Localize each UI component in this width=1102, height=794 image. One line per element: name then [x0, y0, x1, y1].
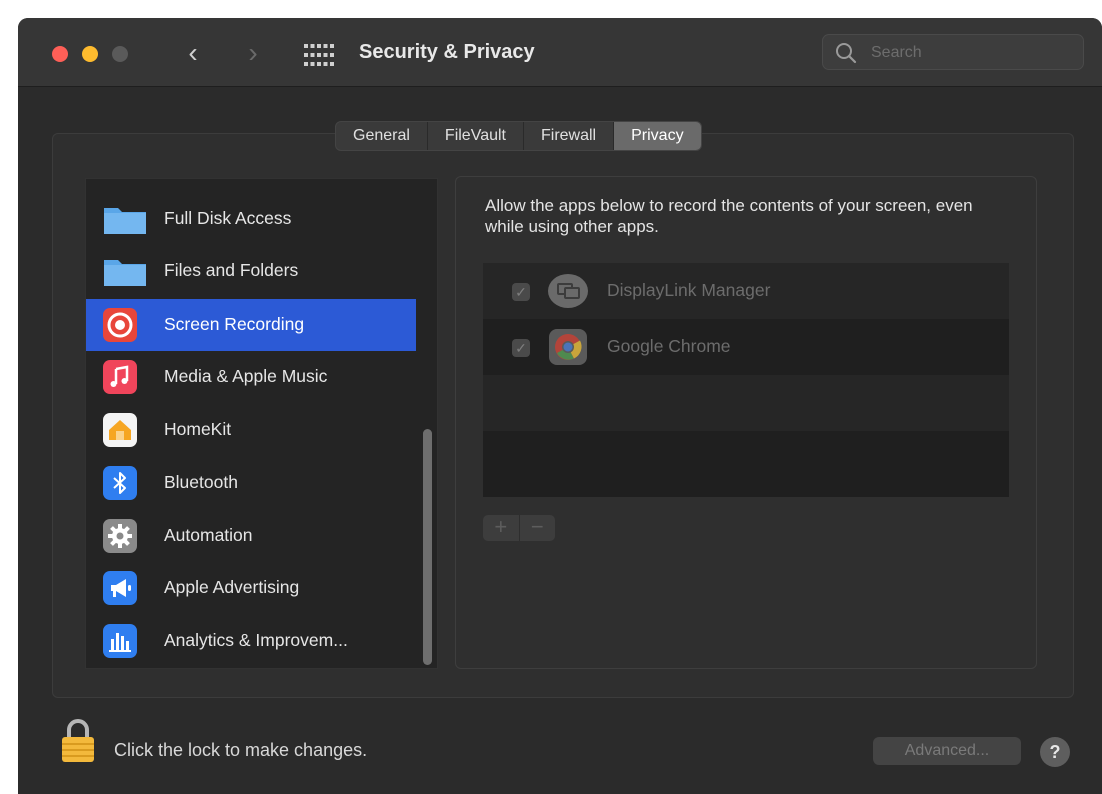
sidebar-item-label: Media & Apple Music	[164, 366, 328, 386]
sidebar-item-label: Files and Folders	[164, 260, 299, 280]
sidebar-item-media-apple-music[interactable]: Media & Apple Music	[86, 351, 416, 403]
app-row-empty	[483, 431, 1009, 487]
app-row-displaylink[interactable]: ✓ DisplayLink Manager	[483, 263, 1009, 319]
app-checkbox[interactable]: ✓	[512, 339, 530, 357]
sidebar-item-label: Bluetooth	[164, 472, 238, 492]
window-title: Security & Privacy	[359, 41, 535, 63]
minimize-window-button[interactable]	[82, 46, 98, 62]
search-input[interactable]	[869, 41, 1073, 65]
close-window-button[interactable]	[52, 46, 68, 62]
show-all-grid-icon[interactable]	[304, 44, 334, 66]
sidebar-item-homekit[interactable]: HomeKit	[86, 404, 416, 456]
zoom-window-button[interactable]	[112, 46, 128, 62]
search-field[interactable]	[822, 34, 1084, 70]
advanced-button[interactable]: Advanced...	[873, 737, 1021, 765]
tab-privacy[interactable]: Privacy	[614, 122, 701, 150]
add-app-button[interactable]: +	[483, 515, 520, 541]
screen-recording-icon	[103, 308, 137, 342]
preferences-window: ‹ › Security & Privacy General FileVault…	[18, 18, 1102, 794]
forward-chevron-icon[interactable]: ›	[238, 38, 268, 70]
sidebar-item-label: Analytics & Improvem...	[164, 630, 348, 650]
app-row-chrome[interactable]: ✓ Google Chrome	[483, 319, 1009, 375]
tab-firewall[interactable]: Firewall	[524, 122, 615, 150]
bluetooth-icon	[103, 466, 137, 500]
privacy-category-list: Full Disk Access Files and Folders Scree…	[85, 178, 438, 669]
sidebar-item-label: Apple Advertising	[164, 577, 300, 597]
folder-icon	[103, 202, 146, 236]
back-chevron-icon[interactable]: ‹	[178, 38, 208, 70]
bar-chart-icon	[103, 624, 137, 658]
sidebar-item-label: HomeKit	[164, 419, 232, 439]
folder-icon	[103, 254, 146, 288]
sidebar-item-screen-recording[interactable]: Screen Recording	[86, 299, 416, 351]
search-icon	[835, 42, 857, 69]
app-list: ✓ DisplayLink Manager ✓ Google Chrome	[483, 263, 1009, 497]
music-icon	[103, 360, 137, 394]
displaylink-icon	[547, 273, 589, 309]
tab-bar: General FileVault Firewall Privacy	[335, 121, 702, 151]
add-remove-control: + −	[483, 515, 555, 541]
sidebar-item-automation[interactable]: Automation	[86, 510, 416, 562]
megaphone-icon	[103, 571, 137, 605]
sidebar-item-full-disk-access[interactable]: Full Disk Access	[86, 193, 416, 245]
screen-recording-panel: Allow the apps below to record the conte…	[455, 176, 1037, 669]
sidebar-item-label: Full Disk Access	[164, 208, 292, 228]
sidebar-item-bluetooth[interactable]: Bluetooth	[86, 457, 416, 509]
tab-filevault[interactable]: FileVault	[428, 122, 524, 150]
app-checkbox[interactable]: ✓	[512, 283, 530, 301]
sidebar-item-label: Automation	[164, 525, 253, 545]
sidebar-item-label: Screen Recording	[164, 314, 305, 334]
sidebar-item-analytics[interactable]: Analytics & Improvem...	[86, 615, 416, 667]
remove-app-button[interactable]: −	[520, 515, 556, 541]
chrome-icon	[547, 329, 589, 365]
app-name: Google Chrome	[607, 336, 731, 356]
title-bar: ‹ › Security & Privacy	[18, 18, 1102, 87]
sidebar-item-files-and-folders[interactable]: Files and Folders	[86, 245, 416, 297]
lock-message: Click the lock to make changes.	[114, 740, 368, 760]
help-button[interactable]: ?	[1040, 737, 1070, 767]
sidebar-item-apple-advertising[interactable]: Apple Advertising	[86, 562, 416, 614]
tab-general[interactable]: General	[336, 122, 428, 150]
lock-icon[interactable]	[60, 718, 96, 764]
panel-description: Allow the apps below to record the conte…	[485, 196, 973, 236]
gear-icon	[103, 519, 137, 553]
app-name: DisplayLink Manager	[607, 280, 771, 300]
sidebar-scrollbar[interactable]	[423, 429, 432, 665]
home-icon	[103, 413, 137, 447]
app-row-empty	[483, 375, 1009, 431]
